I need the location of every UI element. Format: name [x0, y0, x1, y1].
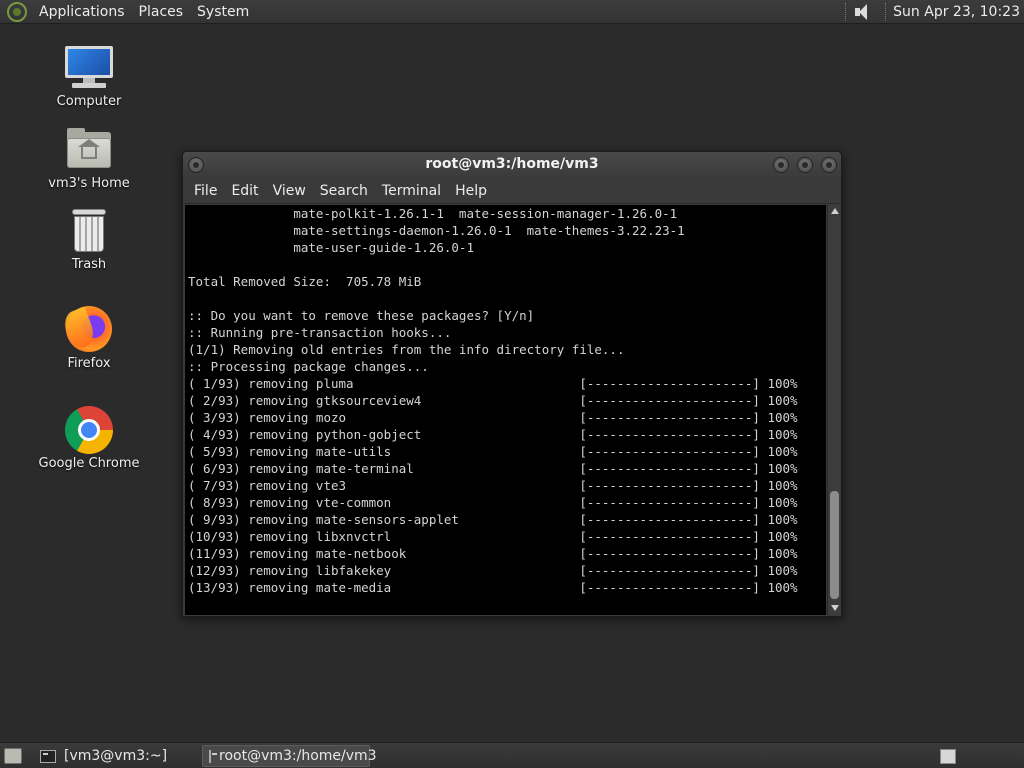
menu-system[interactable]: System — [190, 4, 256, 20]
maximize-button[interactable] — [797, 157, 813, 173]
terminal-line: ( 2/93) removing gtksourceview4 [-------… — [188, 393, 798, 408]
terminal-line: :: Running pre-transaction hooks... — [188, 325, 452, 340]
desktop-icon-label: Firefox — [67, 356, 111, 371]
scroll-down-arrow-icon[interactable] — [830, 605, 839, 611]
terminal-line: :: Do you want to remove these packages?… — [188, 308, 535, 323]
scrollbar-thumb[interactable] — [830, 491, 839, 599]
menu-file[interactable]: File — [187, 183, 224, 199]
desktop-icon-computer[interactable]: Computer — [34, 44, 144, 109]
desktop-icon-label: Computer — [56, 94, 122, 109]
menu-search[interactable]: Search — [313, 183, 375, 199]
terminal-window[interactable]: root@vm3:/home/vm3 File Edit View Search… — [182, 151, 842, 617]
terminal-scrollbar[interactable] — [827, 205, 840, 615]
menu-places[interactable]: Places — [132, 4, 191, 20]
mate-logo-icon[interactable] — [7, 1, 27, 22]
panel-separator — [845, 2, 847, 21]
volume-icon[interactable] — [853, 3, 873, 21]
terminal-line: mate-polkit-1.26.1-1 mate-session-manage… — [188, 206, 678, 221]
desktop-icon-firefox[interactable]: Firefox — [34, 306, 144, 371]
taskbar-item-root-terminal[interactable]: root@vm3:/home/vm3 — [202, 745, 377, 767]
taskbar-item-vm3[interactable]: [vm3@vm3:~] — [34, 745, 198, 767]
desktop-icon-trash[interactable]: Trash — [34, 207, 144, 272]
desktop-icon-label: Google Chrome — [38, 456, 140, 471]
show-desktop-icon[interactable] — [4, 748, 22, 764]
home-folder-icon — [64, 126, 114, 174]
panel-separator — [885, 2, 887, 21]
terminal-icon — [209, 749, 217, 763]
terminal-line: ( 9/93) removing mate-sensors-applet [--… — [188, 512, 798, 527]
terminal-line: ( 4/93) removing python-gobject [-------… — [188, 427, 798, 442]
terminal-line: Total Removed Size: 705.78 MiB — [188, 274, 422, 289]
workspace-switcher[interactable] — [940, 749, 956, 764]
window-title: root@vm3:/home/vm3 — [425, 156, 599, 172]
top-panel: Applications Places System Sun Apr 23, 1… — [0, 0, 1024, 24]
menu-terminal[interactable]: Terminal — [375, 183, 448, 199]
desktop-icon-home[interactable]: vm3's Home — [34, 126, 144, 191]
terminal-line: (1/1) Removing old entries from the info… — [188, 342, 625, 357]
scroll-up-arrow-icon[interactable] — [830, 208, 839, 214]
terminal-line: mate-settings-daemon-1.26.0-1 mate-theme… — [188, 223, 685, 238]
terminal-line: ( 7/93) removing vte3 [-----------------… — [188, 478, 798, 493]
desktop-icon-label: Trash — [71, 257, 107, 272]
clock[interactable]: Sun Apr 23, 10:23 — [893, 4, 1020, 20]
terminal-line: (11/93) removing mate-netbook [---------… — [188, 546, 798, 561]
firefox-icon — [60, 306, 114, 354]
terminal-line: ( 3/93) removing mozo [-----------------… — [188, 410, 798, 425]
terminal-line: ( 5/93) removing mate-utils [-----------… — [188, 444, 798, 459]
window-titlebar[interactable]: root@vm3:/home/vm3 — [183, 152, 841, 178]
terminal-line: (10/93) removing libxnvctrl [-----------… — [188, 529, 798, 544]
taskbar-item-label: root@vm3:/home/vm3 — [219, 748, 377, 764]
chrome-icon — [64, 406, 114, 454]
desktop-icon-label: vm3's Home — [48, 176, 130, 191]
terminal-line: (13/93) removing mate-media [-----------… — [188, 580, 798, 595]
menu-view[interactable]: View — [266, 183, 313, 199]
close-button[interactable] — [821, 157, 837, 173]
desktop-icon-chrome[interactable]: Google Chrome — [34, 406, 144, 471]
menu-edit[interactable]: Edit — [224, 183, 265, 199]
computer-icon — [64, 44, 114, 92]
terminal-menubar: File Edit View Search Terminal Help — [183, 178, 841, 204]
trash-icon — [64, 207, 114, 255]
bottom-panel: [vm3@vm3:~] root@vm3:/home/vm3 — [0, 742, 1024, 768]
menu-applications[interactable]: Applications — [32, 4, 132, 20]
menu-help[interactable]: Help — [448, 183, 494, 199]
terminal-line: mate-user-guide-1.26.0-1 — [188, 240, 474, 255]
panel-tray: Sun Apr 23, 10:23 — [839, 0, 1024, 24]
terminal-output[interactable]: mate-polkit-1.26.1-1 mate-session-manage… — [185, 205, 826, 615]
minimize-button[interactable] — [773, 157, 789, 173]
taskbar-item-label: [vm3@vm3:~] — [64, 748, 168, 764]
terminal-line: ( 8/93) removing vte-common [-----------… — [188, 495, 798, 510]
terminal-line: (12/93) removing libfakekey [-----------… — [188, 563, 798, 578]
terminal-line: :: Processing package changes... — [188, 359, 429, 374]
terminal-line: ( 6/93) removing mate-terminal [--------… — [188, 461, 798, 476]
terminal-icon — [40, 749, 56, 763]
terminal-line: ( 1/93) removing pluma [----------------… — [188, 376, 798, 391]
